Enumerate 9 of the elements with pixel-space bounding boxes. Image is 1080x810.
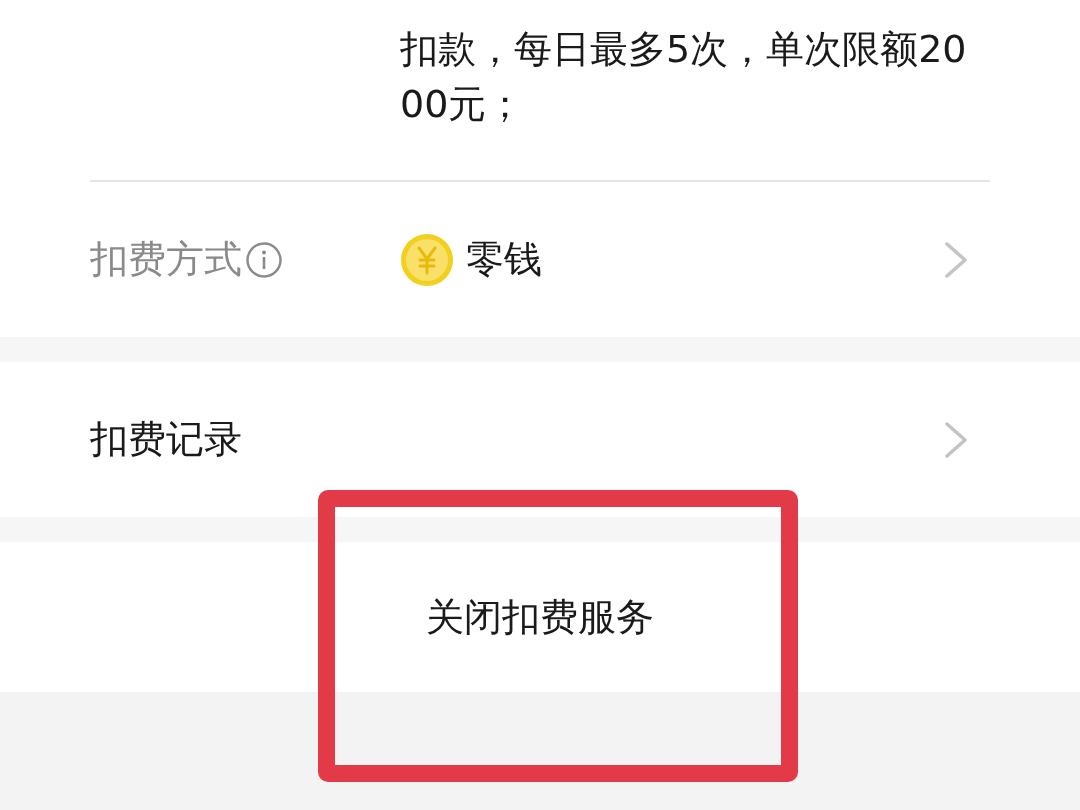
payment-method-value: 零钱 — [466, 236, 542, 283]
chevron-right-icon — [944, 241, 968, 278]
chevron-right-icon — [944, 421, 968, 458]
close-service-button[interactable]: 关闭扣费服务 — [414, 583, 666, 651]
coin-icon — [400, 232, 454, 287]
row-label[interactable]: 扣费记录 — [90, 414, 242, 465]
description-text: 扣款，每日最多5次，单次限额2000元； — [400, 26, 968, 128]
row-label: 扣费方式 — [90, 236, 242, 283]
info-icon[interactable] — [246, 241, 282, 278]
